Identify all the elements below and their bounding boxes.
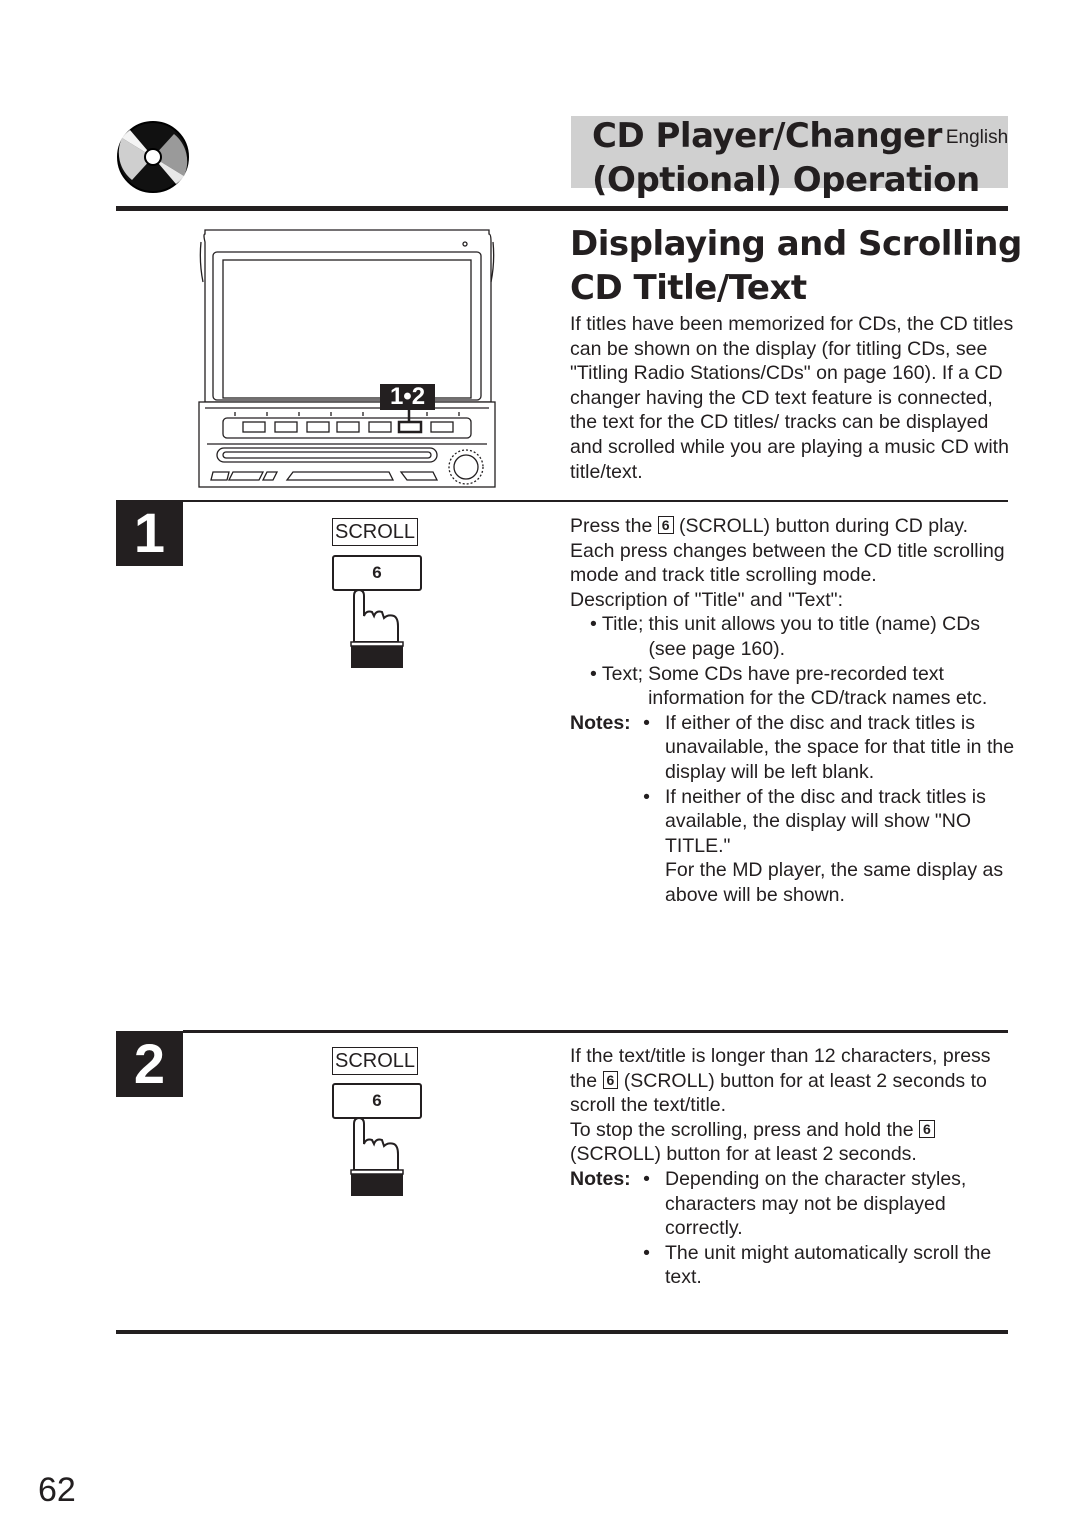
key-6-inline: 6 — [602, 1070, 619, 1089]
step2-divider — [183, 1030, 1008, 1033]
intro-paragraph: If titles have been memorized for CDs, t… — [570, 313, 1014, 483]
step2-instructions: If the text/title is longer than 12 char… — [570, 1044, 1015, 1290]
note-extra: For the MD player, the same display as a… — [665, 859, 1004, 906]
note-item: • The unit might automatically scroll th… — [643, 1241, 992, 1289]
description-heading: Description of "Title" and "Text": — [570, 588, 843, 611]
section-title-line2: (Optional) Operation — [592, 160, 980, 200]
notes-label: Notes: — [570, 711, 631, 734]
section-title-line1: CD Player/Changer — [592, 116, 942, 156]
page-number: 62 — [38, 1471, 76, 1509]
scroll-label: SCROLL — [332, 518, 419, 546]
step1-instructions: Press the 6 (SCROLL) button during CD pl… — [570, 514, 1015, 908]
note-item: • If neither of the disc and track title… — [643, 785, 986, 857]
scroll-label: SCROLL — [332, 1047, 419, 1075]
step2-scroll-paragraph: If the text/title is longer than 12 char… — [570, 1045, 991, 1117]
footer-divider — [116, 1330, 1008, 1334]
key-6-inline: 6 — [657, 516, 674, 534]
head-unit-illustration — [198, 229, 496, 488]
page-heading: Displaying and Scrolling CD Title/Text — [570, 222, 1022, 310]
step2-badge: 2 — [116, 1031, 183, 1097]
page-heading-line1: Displaying and Scrolling — [570, 224, 1022, 264]
pressing-hand-icon — [350, 590, 404, 668]
language-label: English — [945, 127, 1009, 148]
note-item: Notes: • If either of the disc and track … — [570, 711, 1015, 783]
step-callout-badge: 1•2 — [380, 384, 435, 410]
description-item-text: • Text; Some CDs have pre-recorded text … — [590, 662, 988, 710]
key-6-inline: 6 — [919, 1119, 935, 1138]
header-divider — [116, 206, 1008, 211]
description-item-title: • Title; this unit allows you to title (… — [590, 613, 981, 660]
scroll-button-6[interactable]: 6 — [332, 555, 422, 591]
section-title: CD Player/Changer English (Optional) Oper… — [592, 114, 1008, 202]
scroll-button-6[interactable]: 6 — [332, 1083, 422, 1119]
pressing-hand-icon — [350, 1118, 404, 1196]
page-heading-line2: CD Title/Text — [570, 268, 807, 308]
step1-press-paragraph: Press the 6 (SCROLL) button during CD pl… — [570, 515, 1005, 587]
note-item: Notes: • Depending on the character style… — [570, 1167, 967, 1240]
notes-label: Notes: — [570, 1167, 631, 1190]
cd-disc-icon — [117, 121, 189, 193]
step1-badge: 1 — [116, 500, 183, 566]
step2-stop-paragraph: To stop the scrolling, press and hold th… — [570, 1118, 1015, 1167]
step1-divider — [183, 500, 1008, 502]
